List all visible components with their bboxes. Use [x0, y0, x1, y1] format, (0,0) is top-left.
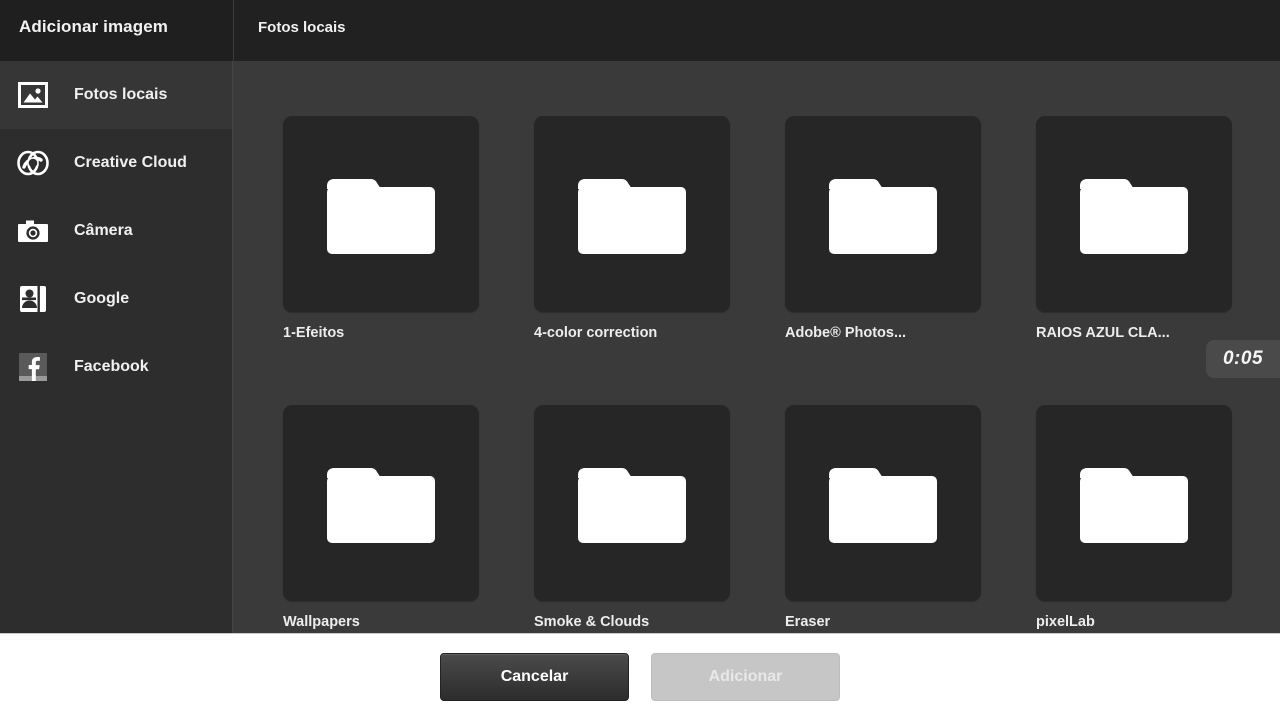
sidebar-item-camera[interactable]: Câmera — [0, 197, 232, 265]
folder-item[interactable]: RAIOS AZUL CLA... — [1036, 116, 1232, 341]
folder-thumbnail[interactable] — [1036, 116, 1232, 312]
dialog-titlebar-left: Adicionar imagem — [0, 0, 233, 61]
folder-name: 4-color correction — [534, 325, 658, 341]
creative-cloud-icon — [14, 144, 52, 182]
sidebar-item-label: Creative Cloud — [74, 154, 187, 171]
folder-item[interactable]: 4-color correction — [534, 116, 730, 341]
folder-name: RAIOS AZUL CLA... — [1036, 325, 1170, 341]
sidebar-item-google[interactable]: Google — [0, 265, 232, 333]
camera-icon — [14, 212, 52, 250]
folder-name: 1-Efeitos — [283, 325, 345, 341]
folder-grid: 1-Efeitos 4-color correction Adobe® Phot… — [283, 116, 1280, 630]
folder-item[interactable]: Wallpapers — [283, 405, 479, 630]
folder-thumbnail[interactable] — [534, 116, 730, 312]
folder-thumbnail[interactable] — [785, 405, 981, 601]
google-photos-icon — [14, 280, 52, 318]
folder-thumbnail[interactable] — [283, 405, 479, 601]
facebook-icon — [14, 348, 52, 386]
folder-item[interactable]: Smoke & Clouds — [534, 405, 730, 630]
sidebar-item-fotos-locais[interactable]: Fotos locais — [0, 61, 232, 129]
sidebar-item-creative-cloud[interactable]: Creative Cloud — [0, 129, 232, 197]
folder-name: Adobe® Photos... — [785, 325, 907, 341]
folder-name: Eraser — [785, 614, 831, 630]
source-sidebar: Fotos locais Creative Cloud Câmera Googl… — [0, 61, 233, 633]
image-icon — [14, 76, 52, 114]
sidebar-item-label: Facebook — [74, 358, 149, 375]
folder-icon — [1080, 179, 1188, 254]
dialog-titlebar-right: Fotos locais — [233, 0, 1280, 61]
sidebar-item-label: Fotos locais — [74, 86, 168, 103]
folder-icon — [578, 468, 686, 543]
sidebar-item-label: Câmera — [74, 222, 133, 239]
folder-name: Smoke & Clouds — [534, 614, 650, 630]
cancel-button[interactable]: Cancelar — [440, 653, 629, 701]
folder-icon — [578, 179, 686, 254]
folder-icon — [327, 179, 435, 254]
folder-item[interactable]: Adobe® Photos... — [785, 116, 981, 341]
panel-title: Fotos locais — [258, 19, 346, 36]
folder-browser-panel: 1-Efeitos 4-color correction Adobe® Phot… — [234, 61, 1280, 633]
folder-thumbnail[interactable] — [785, 116, 981, 312]
folder-icon — [829, 179, 937, 254]
add-button[interactable]: Adicionar — [651, 653, 840, 701]
folder-icon — [829, 468, 937, 543]
sidebar-item-facebook[interactable]: Facebook — [0, 333, 232, 401]
sidebar-item-label: Google — [74, 290, 130, 307]
folder-thumbnail[interactable] — [283, 116, 479, 312]
recording-timer-badge: 0:05 — [1206, 340, 1280, 378]
folder-item[interactable]: pixelLab — [1036, 405, 1232, 630]
add-image-dialog: Adicionar imagem Fotos locais Fotos loca… — [0, 0, 1280, 720]
dialog-footer: Cancelar Adicionar — [0, 633, 1280, 720]
dialog-title: Adicionar imagem — [19, 17, 168, 36]
folder-icon — [1080, 468, 1188, 543]
folder-icon — [327, 468, 435, 543]
folder-thumbnail[interactable] — [534, 405, 730, 601]
dialog-body: Adicionar imagem Fotos locais Fotos loca… — [0, 0, 1280, 633]
folder-item[interactable]: Eraser — [785, 405, 981, 630]
folder-thumbnail[interactable] — [1036, 405, 1232, 601]
folder-name: pixelLab — [1036, 614, 1095, 630]
folder-item[interactable]: 1-Efeitos — [283, 116, 479, 341]
folder-name: Wallpapers — [283, 614, 360, 630]
